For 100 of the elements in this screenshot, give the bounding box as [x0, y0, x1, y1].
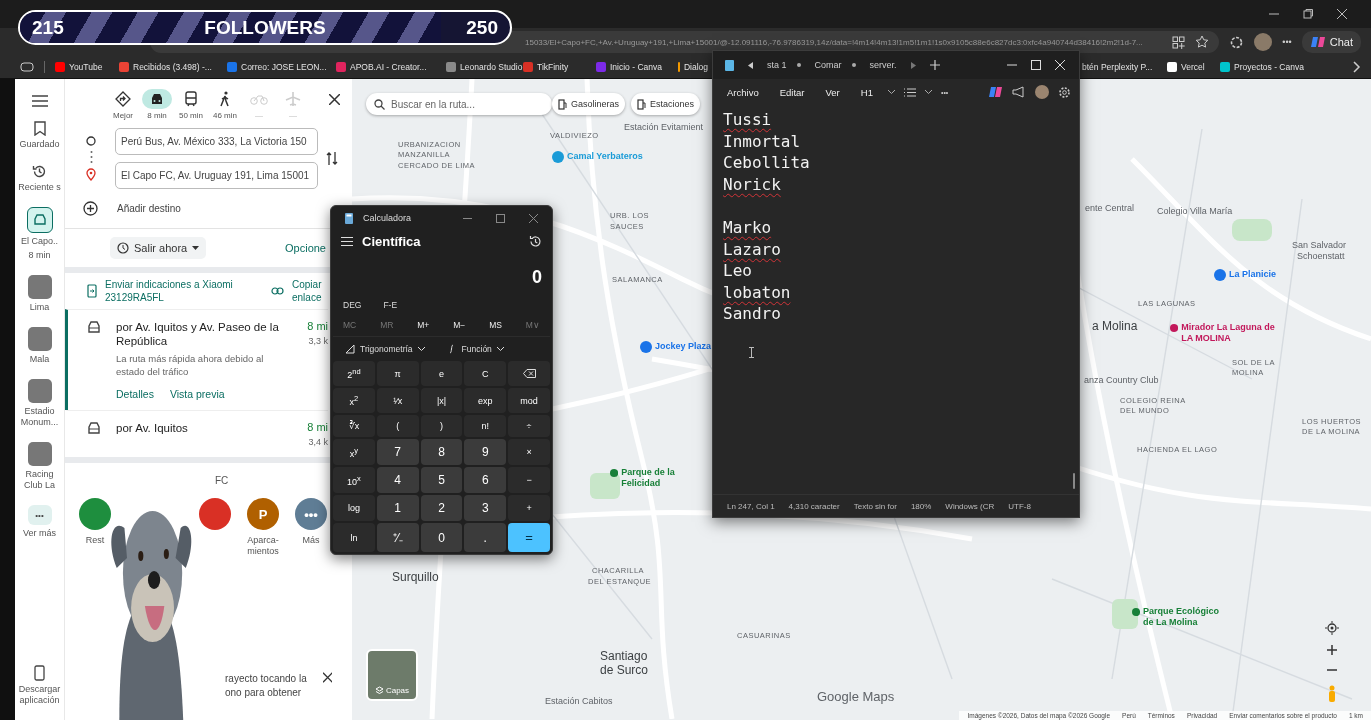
- calculator-key[interactable]: 4: [376, 467, 419, 493]
- extension-icon[interactable]: [1229, 34, 1245, 50]
- calculator-key[interactable]: mod: [508, 388, 550, 413]
- category-button[interactable]: [79, 498, 111, 530]
- rail-label[interactable]: Lima: [16, 302, 63, 313]
- route-link[interactable]: Detalles: [116, 388, 154, 400]
- function-dropdown[interactable]: Trigonometría: [339, 343, 431, 355]
- chat-button[interactable]: Chat: [1301, 31, 1361, 53]
- bookmark-link[interactable]: Correo: JOSE LEON...: [227, 62, 336, 72]
- apps-icon[interactable]: [1172, 35, 1186, 49]
- add-icon[interactable]: [83, 201, 98, 216]
- bookmark-link[interactable]: Dialog: [678, 62, 708, 72]
- memory-button[interactable]: M+: [411, 316, 436, 334]
- scroll-left-icon[interactable]: [748, 61, 753, 69]
- bookmark-link[interactable]: Leonardo Studio: [446, 62, 523, 72]
- bookmark-link[interactable]: TikFinity: [523, 62, 596, 72]
- options-link[interactable]: Opcione: [285, 242, 326, 254]
- calculator-key[interactable]: 10$^{x}$: [333, 467, 375, 493]
- document-tab[interactable]: server.: [869, 60, 897, 70]
- calculator-key[interactable]: (: [376, 415, 419, 437]
- rail-label[interactable]: Ver más: [16, 528, 63, 539]
- menu-item[interactable]: Ver: [819, 86, 846, 98]
- calculator-key[interactable]: ∛x: [333, 415, 375, 437]
- calculator-key[interactable]: ): [420, 415, 463, 437]
- calculator-key[interactable]: 1: [376, 495, 419, 521]
- bookmark-link[interactable]: Vercel: [1167, 62, 1220, 72]
- calculator-key[interactable]: ⁺⁄₋: [376, 523, 419, 552]
- close-icon[interactable]: [1337, 9, 1347, 19]
- map-pin-icon[interactable]: [640, 341, 652, 353]
- depart-dropdown[interactable]: Salir ahora: [110, 237, 207, 259]
- calculator-key[interactable]: 8: [420, 439, 463, 465]
- calculator-key[interactable]: ×: [508, 439, 550, 465]
- phone-icon[interactable]: [34, 665, 45, 681]
- menu-item[interactable]: H1: [854, 86, 879, 98]
- chevron-down-icon[interactable]: [924, 90, 932, 94]
- swap-icon[interactable]: [326, 151, 338, 166]
- phone-icon[interactable]: [87, 284, 97, 298]
- map-pin-icon[interactable]: [1214, 269, 1226, 281]
- document-tab[interactable]: Comar: [814, 60, 856, 70]
- rail-label[interactable]: Estadio Monum...: [16, 406, 63, 428]
- place-thumbnail[interactable]: [27, 379, 52, 403]
- setting-button[interactable]: F-E: [377, 296, 404, 314]
- rail-label[interactable]: Racing Club La: [16, 469, 63, 491]
- map-pin-icon[interactable]: [1170, 322, 1179, 334]
- bookmark-icon[interactable]: [33, 121, 46, 136]
- memory-button[interactable]: M−: [447, 316, 472, 334]
- close-icon[interactable]: [329, 94, 340, 105]
- rail-label[interactable]: Descargar aplicación: [16, 684, 63, 706]
- menu-item[interactable]: Editar: [773, 86, 811, 98]
- travel-mode-tab[interactable]: 46 min: [211, 89, 239, 120]
- copy-link[interactable]: Copiar enlace: [292, 278, 326, 304]
- calculator-key[interactable]: x$^{2}$: [333, 388, 375, 413]
- bookmark-link[interactable]: APOB.AI - Creator...: [336, 62, 446, 72]
- car-icon[interactable]: [26, 207, 53, 233]
- layers-button[interactable]: Capas: [366, 649, 418, 701]
- map-pin-icon[interactable]: [610, 467, 619, 479]
- route-link[interactable]: Vista previa: [169, 388, 225, 400]
- travel-mode-tab[interactable]: Mejor: [109, 89, 137, 120]
- calculator-key[interactable]: |x|: [420, 388, 463, 413]
- chevron-down-icon[interactable]: [887, 90, 895, 94]
- bookmark-link[interactable]: Proyectos - Canva: [1220, 62, 1330, 72]
- category-button[interactable]: P: [247, 498, 279, 530]
- link-icon[interactable]: [271, 287, 284, 295]
- rail-label[interactable]: Reciente s: [16, 182, 63, 193]
- filter-chip[interactable]: Gasolineras: [552, 93, 626, 115]
- calculator-key[interactable]: 3: [464, 495, 507, 521]
- copilot-icon[interactable]: [989, 85, 1003, 99]
- bookmark-link[interactable]: Inicio - Canva: [596, 62, 678, 72]
- function-dropdown[interactable]: Función: [440, 343, 510, 355]
- bookmark-link[interactable]: YouTube: [55, 62, 119, 72]
- calculator-key[interactable]: −: [508, 467, 550, 493]
- map-pin-icon[interactable]: [1132, 606, 1141, 618]
- bookmark-link[interactable]: btén Perplexity P...: [1082, 62, 1167, 72]
- calculator-key[interactable]: ln: [333, 523, 375, 552]
- zoom-in-icon[interactable]: [1327, 645, 1337, 655]
- chevron-right-icon[interactable]: [1353, 61, 1361, 73]
- search-field[interactable]: Buscar en la ruta...: [366, 93, 552, 115]
- calculator-key[interactable]: exp: [464, 388, 507, 413]
- calculator-key[interactable]: 0: [420, 523, 463, 552]
- calculator-key[interactable]: ¹⁄x: [376, 388, 419, 413]
- megaphone-icon[interactable]: [1012, 86, 1026, 98]
- profile-avatar[interactable]: [1254, 33, 1273, 51]
- category-button[interactable]: •••: [295, 498, 327, 530]
- add-destination-link[interactable]: Añadir destino: [117, 203, 181, 214]
- memory-button[interactable]: MS: [483, 316, 508, 334]
- calculator-key[interactable]: n!: [464, 415, 507, 437]
- destination-field[interactable]: El Capo FC, Av. Uruguay 191, Lima 15001: [115, 162, 318, 189]
- calculator-key[interactable]: 9: [464, 439, 507, 465]
- map-pin-icon[interactable]: [552, 151, 564, 163]
- calculator-key[interactable]: 7: [376, 439, 419, 465]
- more-icon[interactable]: •••: [1282, 37, 1292, 47]
- calculator-key[interactable]: ÷: [508, 415, 550, 437]
- calculator-key[interactable]: C: [464, 361, 507, 386]
- profile-avatar[interactable]: [1035, 85, 1049, 99]
- filter-chip[interactable]: Estaciones: [631, 93, 701, 115]
- place-thumbnail[interactable]: [27, 327, 52, 351]
- calculator-key[interactable]: 6: [464, 467, 507, 493]
- calculator-key[interactable]: 5: [420, 467, 463, 493]
- category-button[interactable]: [199, 498, 231, 530]
- star-icon[interactable]: [1195, 35, 1210, 49]
